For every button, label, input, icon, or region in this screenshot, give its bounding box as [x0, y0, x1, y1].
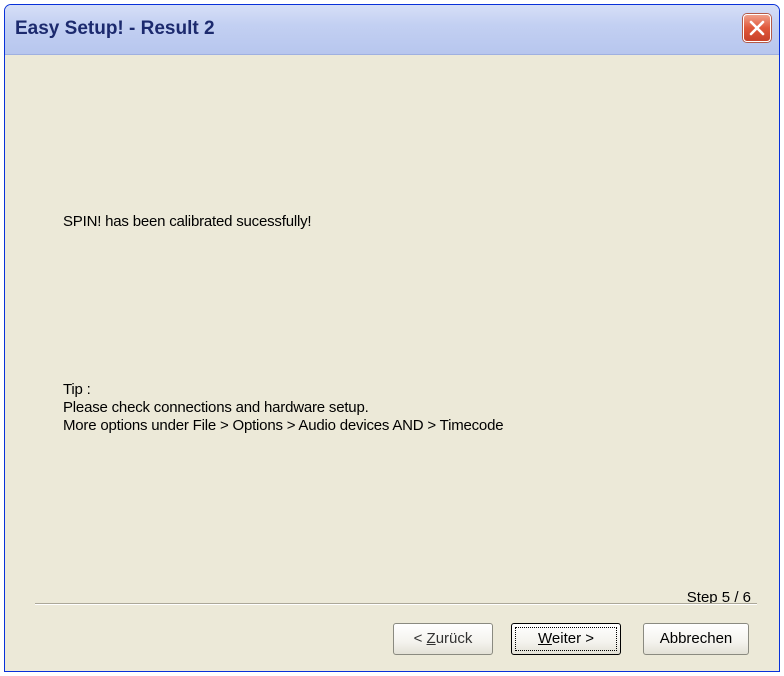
- setup-dialog: Easy Setup! - Result 2 SPIN! has been ca…: [4, 4, 780, 672]
- focus-ring: [515, 627, 617, 651]
- tip-block: Tip : Please check connections and hardw…: [63, 381, 504, 435]
- calibration-message: SPIN! has been calibrated sucessfully!: [63, 213, 312, 230]
- close-icon: [749, 20, 765, 36]
- back-button-accel: Z: [426, 630, 436, 647]
- footer-separator: [35, 603, 757, 605]
- tip-line-2: More options under File > Options > Audi…: [63, 417, 504, 434]
- back-button-prefix: <: [413, 630, 427, 647]
- back-button-label: urück: [435, 630, 473, 647]
- close-button[interactable]: [743, 14, 771, 42]
- cancel-button[interactable]: Abbrechen: [643, 623, 749, 655]
- title-bar[interactable]: Easy Setup! - Result 2: [5, 5, 779, 55]
- tip-heading: Tip :: [63, 381, 91, 398]
- back-button[interactable]: < Zurück: [393, 623, 493, 655]
- window-title: Easy Setup! - Result 2: [15, 18, 215, 39]
- tip-line-1: Please check connections and hardware se…: [63, 399, 369, 416]
- next-button[interactable]: Weiter >: [511, 623, 621, 655]
- dialog-body: SPIN! has been calibrated sucessfully! T…: [11, 55, 779, 671]
